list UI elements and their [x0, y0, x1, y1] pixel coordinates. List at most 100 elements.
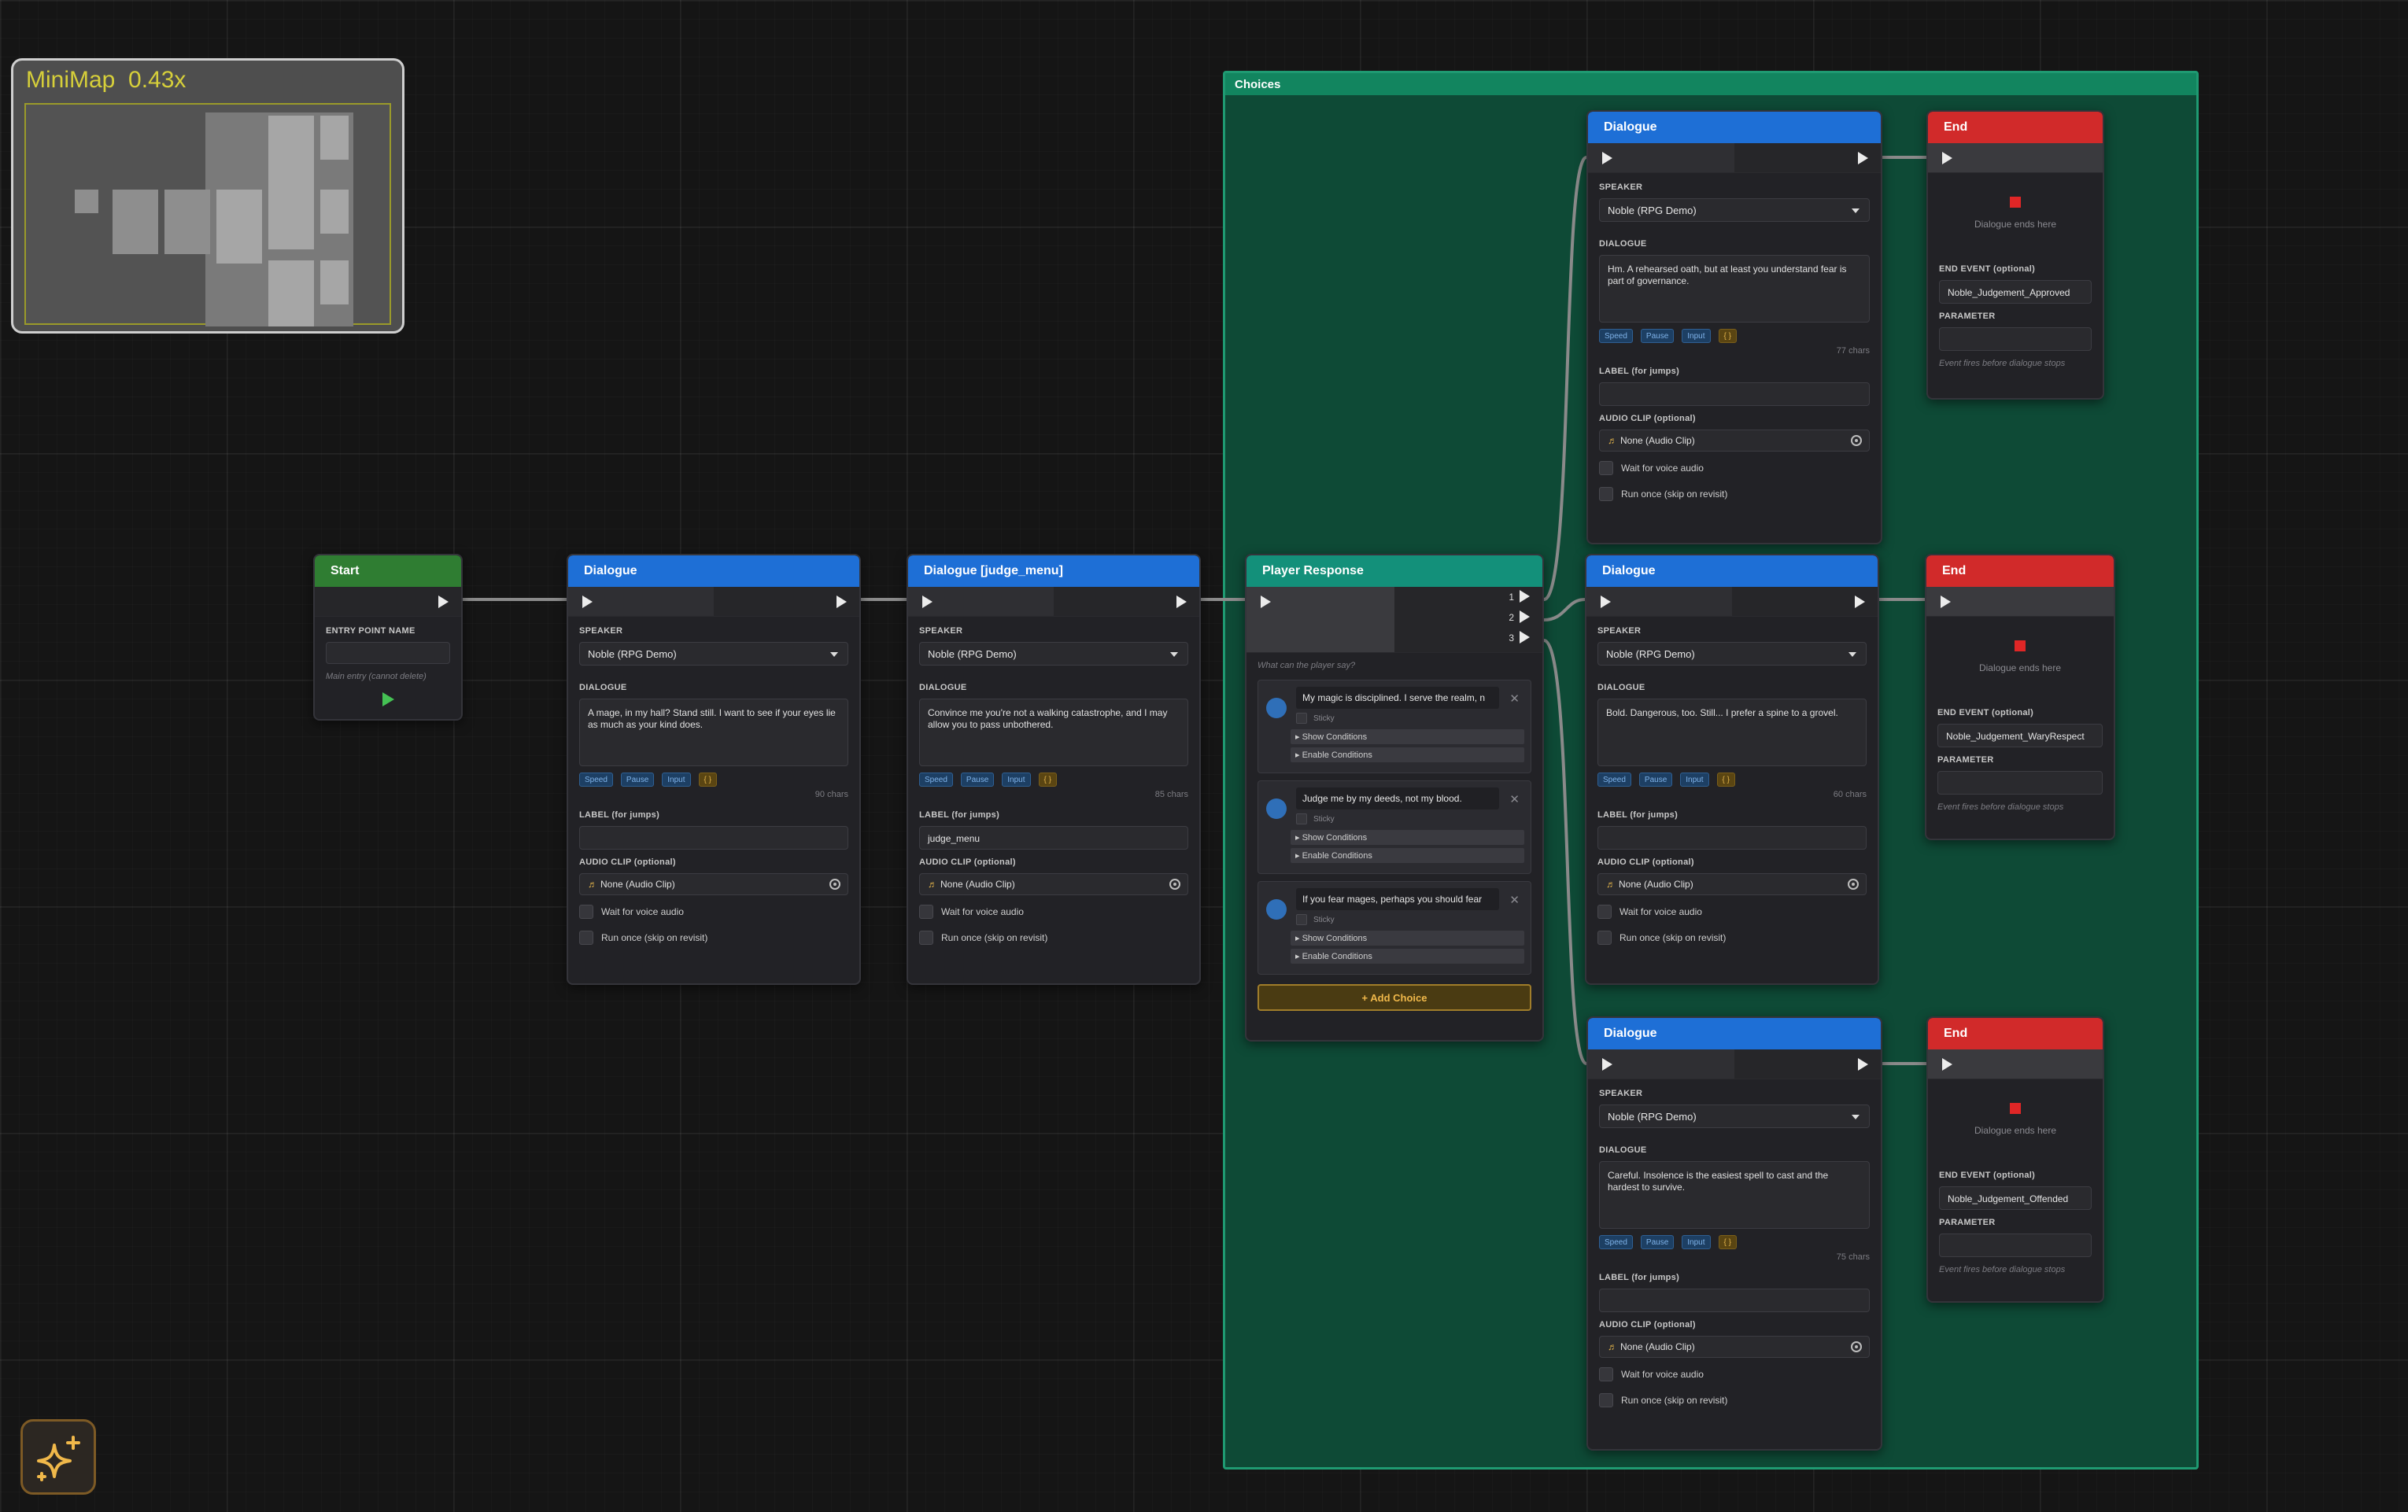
dialogue-textarea[interactable]: Careful. Insolence is the easiest spell … [1599, 1161, 1870, 1229]
choice-output-ports[interactable]: 1 2 3 [1394, 587, 1542, 652]
checkbox[interactable] [579, 931, 593, 945]
output-port[interactable] [1054, 587, 1199, 616]
audio-clip-field[interactable]: ♬ None (Audio Clip) [1599, 1336, 1870, 1358]
close-icon[interactable]: ✕ [1509, 691, 1520, 706]
parameter-input[interactable] [1939, 327, 2092, 351]
parameter-input[interactable] [1939, 1234, 2092, 1257]
choice-text-input[interactable]: If you fear mages, perhaps you should fe… [1296, 888, 1499, 910]
dialogue-node-offended[interactable]: Dialogue SPEAKER Noble (RPG Demo) DIALOG… [1586, 1016, 1882, 1451]
wait-voice-checkbox[interactable]: Wait for voice audio [1599, 458, 1870, 478]
speed-tag-button[interactable]: Speed [1599, 1235, 1633, 1249]
group-title[interactable]: Choices [1225, 73, 2196, 95]
start-node[interactable]: Start ENTRY POINT NAME Main entry (canno… [313, 554, 463, 721]
checkbox[interactable] [579, 905, 593, 919]
speed-tag-button[interactable]: Speed [1597, 773, 1631, 787]
enable-conditions-toggle[interactable]: ▸ Enable Conditions [1291, 949, 1524, 964]
jump-label-input[interactable]: judge_menu [919, 826, 1188, 850]
parameter-input[interactable] [1937, 771, 2103, 795]
input-tag-button[interactable]: Input [1682, 329, 1711, 343]
play-icon[interactable] [1520, 631, 1530, 644]
audio-clip-field[interactable]: ♬ None (Audio Clip) [579, 873, 848, 895]
jump-label-input[interactable] [1599, 1289, 1870, 1312]
dialogue-node-approved[interactable]: Dialogue SPEAKER Noble (RPG Demo) DIALOG… [1586, 110, 1882, 544]
audio-clip-field[interactable]: ♬ None (Audio Clip) [1597, 873, 1867, 895]
run-once-checkbox[interactable]: Run once (skip on revisit) [1597, 927, 1867, 948]
target-picker-icon[interactable] [829, 879, 840, 890]
target-picker-icon[interactable] [1851, 435, 1862, 446]
choice-text-input[interactable]: Judge me by my deeds, not my blood. [1296, 787, 1499, 809]
speaker-select[interactable]: Noble (RPG Demo) [1599, 1104, 1870, 1128]
speaker-select[interactable]: Noble (RPG Demo) [579, 642, 848, 666]
checkbox[interactable] [919, 931, 933, 945]
speed-tag-button[interactable]: Speed [919, 773, 953, 787]
speed-tag-button[interactable]: Speed [579, 773, 613, 787]
checkbox[interactable] [1597, 931, 1612, 945]
choice-item[interactable]: Judge me by my deeds, not my blood. ✕ St… [1258, 780, 1531, 874]
player-response-node[interactable]: Player Response 1 2 3 What can the playe… [1245, 554, 1544, 1042]
checkbox[interactable] [919, 905, 933, 919]
entry-point-input[interactable] [326, 642, 450, 664]
show-conditions-toggle[interactable]: ▸ Show Conditions [1291, 931, 1524, 946]
ai-assistant-button[interactable] [20, 1419, 96, 1495]
checkbox[interactable] [1296, 914, 1307, 925]
minimap-viewport[interactable] [24, 103, 391, 326]
input-port[interactable] [908, 587, 1054, 616]
output-port[interactable] [1732, 587, 1878, 616]
speaker-select[interactable]: Noble (RPG Demo) [1599, 198, 1870, 222]
show-conditions-toggle[interactable]: ▸ Show Conditions [1291, 830, 1524, 845]
close-icon[interactable]: ✕ [1509, 792, 1520, 806]
node-title[interactable]: Dialogue [568, 555, 859, 587]
jump-label-input[interactable] [1597, 826, 1867, 850]
end-node-wary-respect[interactable]: End Dialogue ends here END EVENT (option… [1925, 554, 2115, 840]
input-port[interactable] [1928, 1049, 2103, 1079]
input-port[interactable] [568, 587, 714, 616]
variable-tag-button[interactable]: { } [1038, 773, 1057, 787]
sticky-checkbox[interactable]: Sticky [1296, 912, 1524, 927]
input-port[interactable] [1926, 587, 2114, 616]
enable-conditions-toggle[interactable]: ▸ Enable Conditions [1291, 747, 1524, 762]
speaker-select[interactable]: Noble (RPG Demo) [919, 642, 1188, 666]
choice-item[interactable]: My magic is disciplined. I serve the rea… [1258, 680, 1531, 773]
dialogue-node-wary-respect[interactable]: Dialogue SPEAKER Noble (RPG Demo) DIALOG… [1585, 554, 1879, 985]
target-picker-icon[interactable] [1848, 879, 1859, 890]
pause-tag-button[interactable]: Pause [960, 773, 995, 787]
show-conditions-toggle[interactable]: ▸ Show Conditions [1291, 729, 1524, 744]
output-port[interactable] [1734, 143, 1881, 172]
play-icon[interactable] [1520, 590, 1530, 603]
end-node-approved[interactable]: End Dialogue ends here END EVENT (option… [1926, 110, 2104, 400]
node-title[interactable]: Dialogue [judge_menu] [908, 555, 1199, 587]
output-port[interactable] [714, 587, 859, 616]
checkbox[interactable] [1599, 1367, 1613, 1381]
dialogue-textarea[interactable]: A mage, in my hall? Stand still. I want … [579, 699, 848, 766]
node-title[interactable]: Player Response [1246, 555, 1542, 587]
minimap[interactable]: MiniMap 0.43x [11, 58, 404, 334]
pause-tag-button[interactable]: Pause [620, 773, 655, 787]
play-entry-icon[interactable] [382, 692, 394, 706]
audio-clip-field[interactable]: ♬ None (Audio Clip) [1599, 430, 1870, 452]
pause-tag-button[interactable]: Pause [1640, 329, 1675, 343]
node-title[interactable]: Dialogue [1588, 1018, 1881, 1049]
input-tag-button[interactable]: Input [662, 773, 691, 787]
dialogue-node-judge-menu[interactable]: Dialogue [judge_menu] SPEAKER Noble (RPG… [907, 554, 1201, 985]
input-tag-button[interactable]: Input [1002, 773, 1031, 787]
checkbox[interactable] [1597, 905, 1612, 919]
wait-voice-checkbox[interactable]: Wait for voice audio [1597, 902, 1867, 922]
pause-tag-button[interactable]: Pause [1640, 1235, 1675, 1249]
input-tag-button[interactable]: Input [1680, 773, 1709, 787]
input-port[interactable] [1586, 587, 1732, 616]
output-port[interactable] [1734, 1049, 1881, 1079]
choice-color-dot[interactable] [1266, 698, 1287, 718]
pause-tag-button[interactable]: Pause [1638, 773, 1673, 787]
choice-color-dot[interactable] [1266, 798, 1287, 819]
enable-conditions-toggle[interactable]: ▸ Enable Conditions [1291, 848, 1524, 863]
input-tag-button[interactable]: Input [1682, 1235, 1711, 1249]
speed-tag-button[interactable]: Speed [1599, 329, 1633, 343]
close-icon[interactable]: ✕ [1509, 893, 1520, 907]
node-title[interactable]: End [1928, 112, 2103, 143]
input-port[interactable] [1588, 1049, 1734, 1079]
variable-tag-button[interactable]: { } [1716, 773, 1735, 787]
end-node-offended[interactable]: End Dialogue ends here END EVENT (option… [1926, 1016, 2104, 1303]
run-once-checkbox[interactable]: Run once (skip on revisit) [1599, 484, 1870, 504]
target-picker-icon[interactable] [1851, 1341, 1862, 1352]
jump-label-input[interactable] [1599, 382, 1870, 406]
